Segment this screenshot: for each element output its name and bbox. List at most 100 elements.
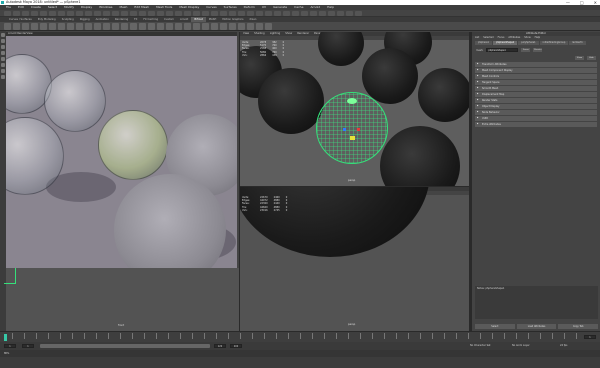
status-line-tool-icon[interactable] — [13, 11, 20, 16]
ae-load-attributes-button[interactable]: Load Attributes — [516, 324, 557, 329]
status-line-tool-icon[interactable] — [301, 11, 308, 16]
toolbox-tool-icon[interactable] — [1, 51, 5, 55]
shelf-tool-icon[interactable] — [94, 23, 101, 30]
playback-range-bar[interactable] — [40, 344, 210, 348]
ae-menu-selected[interactable]: Selected — [483, 36, 493, 40]
anim-layer-label[interactable]: No Anim Layer — [512, 344, 530, 347]
shelf-tool-icon[interactable] — [184, 23, 191, 30]
status-line-tool-icon[interactable] — [121, 11, 128, 16]
manipulator-x-axis-icon[interactable] — [357, 128, 360, 131]
status-line-tool-icon[interactable] — [346, 11, 353, 16]
status-line-tool-icon[interactable] — [220, 11, 227, 16]
status-line-tool-icon[interactable] — [211, 11, 218, 16]
ae-section-header[interactable]: Object Display — [475, 104, 597, 109]
shelf-tool-icon[interactable] — [193, 23, 200, 30]
command-language-label[interactable]: MEL — [4, 352, 9, 355]
ae-section-header[interactable]: Smooth Mesh — [475, 86, 597, 91]
ae-menu-show[interactable]: Show — [524, 36, 530, 40]
status-line-tool-icon[interactable] — [238, 11, 245, 16]
panel-divider[interactable] — [240, 186, 469, 187]
panel-divider[interactable] — [239, 32, 240, 331]
status-line-tool-icon[interactable] — [202, 11, 209, 16]
toolbox-tool-icon[interactable] — [1, 69, 5, 73]
current-time-marker[interactable] — [4, 334, 7, 341]
status-line-tool-icon[interactable] — [256, 11, 263, 16]
toolbox-tool-icon[interactable] — [1, 63, 5, 67]
toolbox-tool-icon[interactable] — [1, 57, 5, 61]
status-line-tool-icon[interactable] — [229, 11, 236, 16]
toolbox-tool-icon[interactable] — [1, 39, 5, 43]
ae-copy-tab-button[interactable]: Copy Tab — [558, 324, 599, 329]
shelf-tool-icon[interactable] — [67, 23, 74, 30]
shelf-tool-icon[interactable] — [121, 23, 128, 30]
node-name-field[interactable]: pSphereShape1 — [486, 48, 519, 52]
shelf-tool-icon[interactable] — [220, 23, 227, 30]
toolbox-tool-icon[interactable] — [1, 45, 5, 49]
range-start-field[interactable]: 1 — [4, 344, 16, 348]
shelf-tool-icon[interactable] — [31, 23, 38, 30]
shelf-tool-icon[interactable] — [202, 23, 209, 30]
status-line-tool-icon[interactable] — [319, 11, 326, 16]
ae-section-header[interactable]: Mesh Controls — [475, 74, 597, 79]
playback-end-field[interactable]: 120 — [214, 344, 226, 348]
status-line-tool-icon[interactable] — [193, 11, 200, 16]
status-line-tool-icon[interactable] — [112, 11, 119, 16]
shelf-tool-icon[interactable] — [166, 23, 173, 30]
shelf-tool-icon[interactable] — [265, 23, 272, 30]
shelf-tool-icon[interactable] — [139, 23, 146, 30]
ae-section-header[interactable]: Extra Attributes — [475, 122, 597, 127]
status-line-tool-icon[interactable] — [139, 11, 146, 16]
status-line-tool-icon[interactable] — [184, 11, 191, 16]
status-line-tool-icon[interactable] — [247, 11, 254, 16]
status-line-tool-icon[interactable] — [67, 11, 74, 16]
shelf-tool-icon[interactable] — [112, 23, 119, 30]
status-line-tool-icon[interactable] — [22, 11, 29, 16]
focus-button[interactable]: Focus — [521, 48, 531, 52]
shelf-tool-icon[interactable] — [13, 23, 20, 30]
status-line-tool-icon[interactable] — [49, 11, 56, 16]
status-line-tool-icon[interactable] — [58, 11, 65, 16]
shelf-tool-icon[interactable] — [85, 23, 92, 30]
shelf-tool-icon[interactable] — [148, 23, 155, 30]
status-line-tool-icon[interactable] — [130, 11, 137, 16]
command-line[interactable]: MEL — [0, 350, 600, 357]
status-line-tool-icon[interactable] — [292, 11, 299, 16]
character-set-label[interactable]: No Character Set — [470, 344, 491, 347]
presets-button[interactable]: Presets — [533, 48, 543, 52]
ae-node-tab[interactable]: pSphereShape1 — [493, 41, 518, 45]
shelf-tool-icon[interactable] — [58, 23, 65, 30]
ae-section-header[interactable]: Transform Attributes — [475, 62, 597, 67]
ae-section-header[interactable]: Mesh Component Display — [475, 68, 597, 73]
bottom-viewport[interactable]: ViewShadingLightingShowRendererPanels Ve… — [240, 187, 469, 331]
status-line-tool-icon[interactable] — [166, 11, 173, 16]
ae-section-header[interactable]: Displacement Map — [475, 92, 597, 97]
show-button[interactable]: Show — [575, 56, 584, 60]
status-line-tool-icon[interactable] — [328, 11, 335, 16]
ae-menu-list[interactable]: List — [475, 36, 479, 40]
ae-node-tab[interactable]: polySphere1 — [518, 41, 539, 45]
status-line-tool-icon[interactable] — [337, 11, 344, 16]
notes-field[interactable]: Notes: pSphereShape1 — [475, 286, 598, 319]
status-line-tool-icon[interactable] — [76, 11, 83, 16]
shelf-tool-icon[interactable] — [175, 23, 182, 30]
shelf-tool-icon[interactable] — [130, 23, 137, 30]
ae-menu-focus[interactable]: Focus — [498, 36, 505, 40]
status-line-tool-icon[interactable] — [283, 11, 290, 16]
fps-label[interactable]: 24 fps — [560, 344, 567, 347]
status-line-tool-icon[interactable] — [175, 11, 182, 16]
toolbox-tool-icon[interactable] — [1, 75, 5, 79]
shelf-tool-icon[interactable] — [103, 23, 110, 30]
status-line-tool-icon[interactable] — [265, 11, 272, 16]
current-frame-field[interactable]: 1 — [584, 335, 596, 339]
status-line-tool-icon[interactable] — [310, 11, 317, 16]
shelf-tool-icon[interactable] — [76, 23, 83, 30]
shelf-tool-icon[interactable] — [247, 23, 254, 30]
status-line-tool-icon[interactable] — [148, 11, 155, 16]
shelf-tool-icon[interactable] — [49, 23, 56, 30]
shelf-tool-icon[interactable] — [211, 23, 218, 30]
ae-menu-help[interactable]: Help — [535, 36, 540, 40]
ae-select-button[interactable]: Select — [475, 324, 515, 329]
status-line-tool-icon[interactable] — [274, 11, 281, 16]
hide-button[interactable]: Hide — [587, 56, 596, 60]
render-view-panel[interactable]: Arnold RenderView — [6, 32, 237, 268]
